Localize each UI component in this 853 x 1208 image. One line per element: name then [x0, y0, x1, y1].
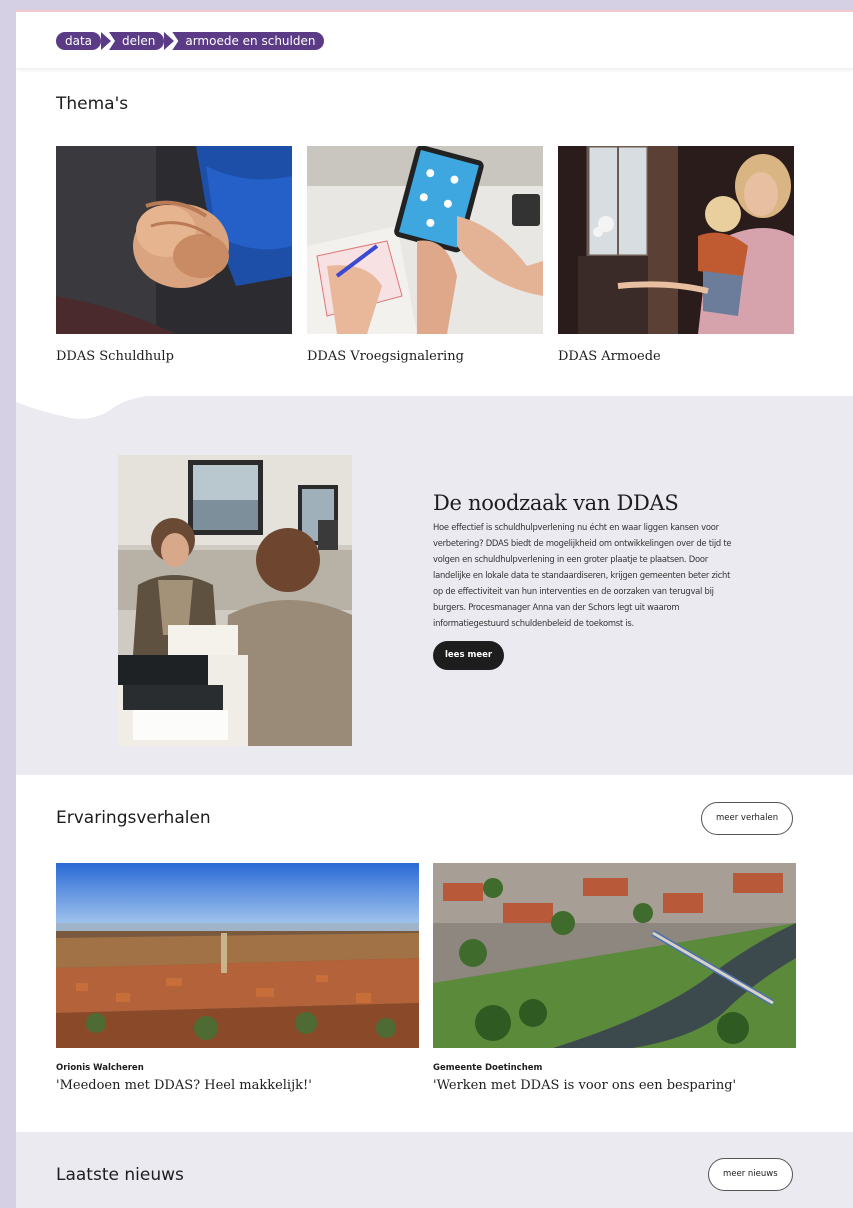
- read-more-button[interactable]: lees meer: [433, 641, 505, 670]
- theme-image-mother-child: [558, 146, 794, 334]
- logo-part-data: data: [56, 32, 102, 50]
- stories-heading: Ervaringsverhalen: [56, 808, 211, 828]
- logo-part-delen: delen: [119, 32, 165, 50]
- feature-section: De noodzaak van DDAS Hoe effectief is sc…: [16, 394, 853, 775]
- themes-heading: Thema's: [56, 94, 129, 114]
- story-organisation: Orionis Walcheren: [56, 1063, 144, 1073]
- theme-card-vroegsignalering[interactable]: DDAS Vroegsignalering: [307, 146, 543, 364]
- theme-label: DDAS Armoede: [558, 349, 661, 364]
- news-heading: Laatste nieuws: [56, 1165, 184, 1185]
- more-news-button[interactable]: meer nieuws: [708, 1158, 793, 1191]
- theme-label: DDAS Schuldhulp: [56, 349, 174, 364]
- story-card-walcheren[interactable]: Orionis Walcheren 'Meedoen met DDAS? Hee…: [56, 863, 419, 1093]
- theme-label: DDAS Vroegsignalering: [307, 349, 464, 364]
- wave-divider: [16, 394, 853, 419]
- logo-part-armoede: armoede en schulden: [182, 32, 325, 50]
- theme-image-hands: [56, 146, 292, 334]
- more-stories-button[interactable]: meer verhalen: [701, 802, 794, 835]
- theme-card-schuldhulp[interactable]: DDAS Schuldhulp: [56, 146, 292, 364]
- page: data delen armoede en schulden Thema's D…: [16, 10, 853, 1208]
- theme-card-armoede[interactable]: DDAS Armoede: [558, 146, 794, 364]
- feature-body: Hoe effectief is schuldhulpverlening nu …: [433, 522, 732, 628]
- feature-text-block: De noodzaak van DDAS Hoe effectief is sc…: [433, 491, 738, 670]
- story-quote: 'Werken met DDAS is voor ons een bespari…: [433, 1078, 737, 1093]
- site-header: data delen armoede en schulden: [16, 10, 853, 68]
- story-image-city-aerial: [56, 863, 419, 1048]
- story-card-doetinchem[interactable]: Gemeente Doetinchem 'Werken met DDAS is …: [433, 863, 796, 1093]
- site-logo[interactable]: data delen armoede en schulden: [56, 31, 325, 51]
- feature-title: De noodzaak van DDAS: [433, 491, 679, 515]
- news-section: Laatste nieuws meer nieuws: [16, 1132, 853, 1208]
- story-organisation: Gemeente Doetinchem: [433, 1063, 543, 1073]
- feature-image-office: [118, 455, 352, 746]
- story-image-town-river: [433, 863, 796, 1048]
- theme-image-tablet: [307, 146, 543, 334]
- story-quote: 'Meedoen met DDAS? Heel makkelijk!': [56, 1078, 312, 1093]
